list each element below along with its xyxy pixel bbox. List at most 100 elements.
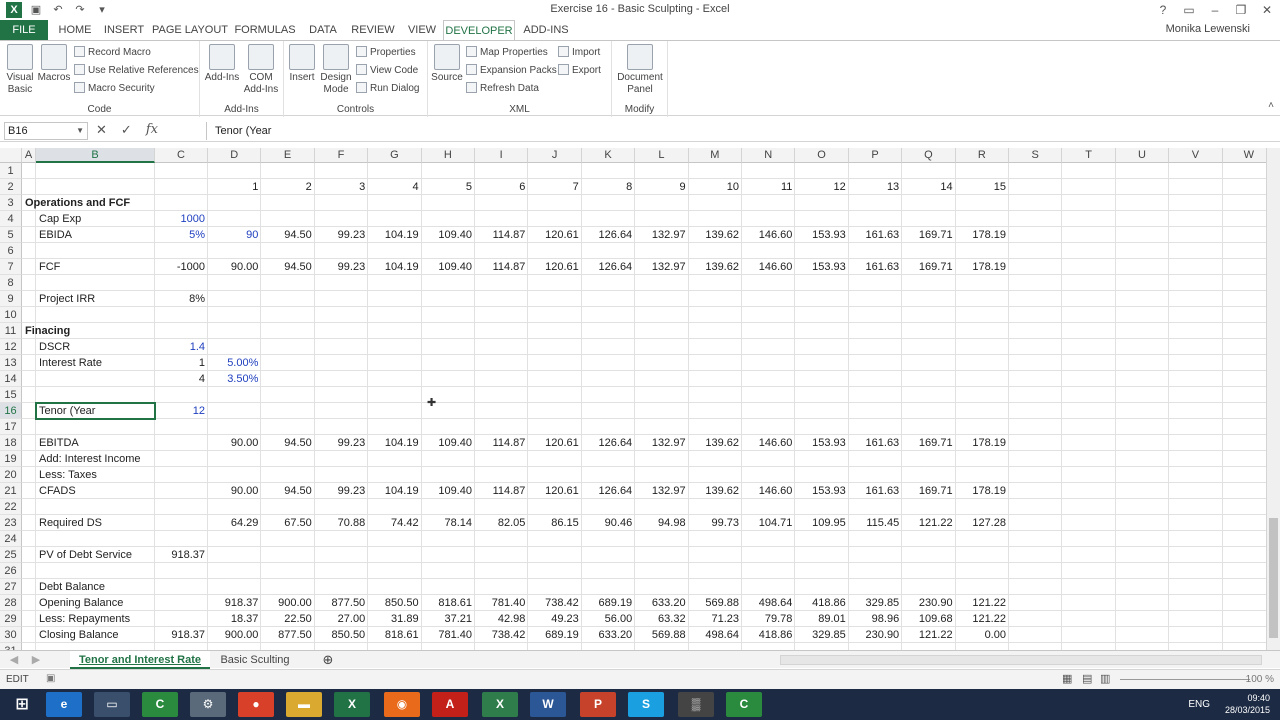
- cell-e30[interactable]: 877.50: [261, 627, 314, 643]
- cell-b30[interactable]: Closing Balance: [36, 627, 155, 643]
- cell-b18[interactable]: EBITDA: [36, 435, 155, 451]
- cell-n21[interactable]: 146.60: [742, 483, 795, 499]
- cell-f7[interactable]: 99.23: [315, 259, 368, 275]
- start-icon[interactable]: ⊞: [4, 692, 40, 717]
- name-box-dropdown-icon[interactable]: ▼: [76, 123, 84, 139]
- cell-b12[interactable]: DSCR: [36, 339, 155, 355]
- cell-e21[interactable]: 94.50: [261, 483, 314, 499]
- cell-p23[interactable]: 115.45: [849, 515, 902, 531]
- cell-i30[interactable]: 738.42: [475, 627, 528, 643]
- row-header-8[interactable]: 8: [0, 275, 22, 291]
- cell-r30[interactable]: 0.00: [956, 627, 1009, 643]
- row-header-29[interactable]: 29: [0, 611, 22, 627]
- sheet-tab-basic[interactable]: Basic Sculting: [212, 651, 298, 669]
- cell-i5[interactable]: 114.87: [475, 227, 528, 243]
- column-header-s[interactable]: S: [1009, 148, 1063, 163]
- cell-q21[interactable]: 169.71: [902, 483, 955, 499]
- column-header-u[interactable]: U: [1115, 148, 1170, 163]
- row-header-31[interactable]: 31: [0, 643, 22, 650]
- cell-g7[interactable]: 104.19: [368, 259, 421, 275]
- add-ins-button[interactable]: Add-Ins: [204, 44, 240, 84]
- cell-h5[interactable]: 109.40: [422, 227, 475, 243]
- page-layout-view-icon[interactable]: ▤: [1082, 672, 1092, 685]
- column-header-p[interactable]: P: [848, 148, 903, 163]
- powerpoint-icon[interactable]: P: [580, 692, 616, 717]
- tab-file[interactable]: FILE: [0, 20, 48, 40]
- cell-e29[interactable]: 22.50: [261, 611, 314, 627]
- cell-p30[interactable]: 230.90: [849, 627, 902, 643]
- cell-m28[interactable]: 569.88: [689, 595, 742, 611]
- horizontal-scrollbar[interactable]: [780, 655, 1262, 665]
- cell-j23[interactable]: 86.15: [528, 515, 581, 531]
- tab-data[interactable]: DATA: [302, 20, 344, 40]
- cell-l30[interactable]: 569.88: [635, 627, 688, 643]
- row-header-22[interactable]: 22: [0, 499, 22, 515]
- column-header-e[interactable]: E: [261, 148, 315, 163]
- cell-b21[interactable]: CFADS: [36, 483, 155, 499]
- chrome-icon[interactable]: ●: [238, 692, 274, 717]
- cell-d21[interactable]: 90.00: [208, 483, 261, 499]
- cell-d23[interactable]: 64.29: [208, 515, 261, 531]
- cell-g5[interactable]: 104.19: [368, 227, 421, 243]
- cell-d18[interactable]: 90.00: [208, 435, 261, 451]
- cell-r18[interactable]: 178.19: [956, 435, 1009, 451]
- cell-q7[interactable]: 169.71: [902, 259, 955, 275]
- view-code-button[interactable]: View Code: [356, 63, 418, 79]
- cell-r28[interactable]: 121.22: [956, 595, 1009, 611]
- cell-f2[interactable]: 3: [315, 179, 368, 195]
- cell-c12[interactable]: 1.4: [155, 339, 208, 355]
- clock[interactable]: 09:40 28/03/2015: [1225, 692, 1270, 716]
- desktop-app-icon[interactable]: ▭: [94, 692, 130, 717]
- cell-l28[interactable]: 633.20: [635, 595, 688, 611]
- cell-p28[interactable]: 329.85: [849, 595, 902, 611]
- column-header-r[interactable]: R: [955, 148, 1009, 163]
- tab-formulas[interactable]: FORMULAS: [232, 20, 298, 40]
- row-header-30[interactable]: 30: [0, 627, 22, 643]
- column-header-j[interactable]: J: [528, 148, 582, 163]
- cell-m5[interactable]: 139.62: [689, 227, 742, 243]
- cell-n2[interactable]: 11: [742, 179, 795, 195]
- cell-d13[interactable]: 5.00%: [208, 355, 261, 371]
- cell-b20[interactable]: Less: Taxes: [36, 467, 155, 483]
- cell-g30[interactable]: 818.61: [368, 627, 421, 643]
- cell-r5[interactable]: 178.19: [956, 227, 1009, 243]
- cell-q29[interactable]: 109.68: [902, 611, 955, 627]
- cell-p7[interactable]: 161.63: [849, 259, 902, 275]
- column-header-l[interactable]: L: [635, 148, 689, 163]
- insert-function-icon[interactable]: fx: [146, 122, 158, 140]
- row-header-11[interactable]: 11: [0, 323, 22, 339]
- cell-n7[interactable]: 146.60: [742, 259, 795, 275]
- com-add-ins-button[interactable]: COM Add-Ins: [242, 44, 280, 96]
- tab-review[interactable]: REVIEW: [348, 20, 398, 40]
- cell-g29[interactable]: 31.89: [368, 611, 421, 627]
- page-break-view-icon[interactable]: ▥: [1100, 672, 1110, 685]
- cell-h23[interactable]: 78.14: [422, 515, 475, 531]
- column-header-t[interactable]: T: [1062, 148, 1116, 163]
- cell-k21[interactable]: 126.64: [582, 483, 635, 499]
- cell-j2[interactable]: 7: [528, 179, 581, 195]
- tools-app-icon[interactable]: ⚙: [190, 692, 226, 717]
- cell-l29[interactable]: 63.32: [635, 611, 688, 627]
- cell-d30[interactable]: 900.00: [208, 627, 261, 643]
- vertical-scrollbar[interactable]: [1266, 148, 1280, 650]
- row-header-4[interactable]: 4: [0, 211, 22, 227]
- cell-b5[interactable]: EBIDA: [36, 227, 155, 243]
- language-indicator[interactable]: ENG: [1188, 699, 1210, 710]
- cell-m29[interactable]: 71.23: [689, 611, 742, 627]
- row-header-9[interactable]: 9: [0, 291, 22, 307]
- cell-k28[interactable]: 689.19: [582, 595, 635, 611]
- cell-o23[interactable]: 109.95: [795, 515, 848, 531]
- cell-g28[interactable]: 850.50: [368, 595, 421, 611]
- cell-j18[interactable]: 120.61: [528, 435, 581, 451]
- cell-d2[interactable]: 1: [208, 179, 261, 195]
- cell-c5[interactable]: 5%: [155, 227, 208, 243]
- row-header-18[interactable]: 18: [0, 435, 22, 451]
- cell-l5[interactable]: 132.97: [635, 227, 688, 243]
- cell-k30[interactable]: 633.20: [582, 627, 635, 643]
- cell-g21[interactable]: 104.19: [368, 483, 421, 499]
- cell-o5[interactable]: 153.93: [795, 227, 848, 243]
- column-header-i[interactable]: I: [475, 148, 529, 163]
- cell-l21[interactable]: 132.97: [635, 483, 688, 499]
- macro-record-icon[interactable]: ▣: [46, 673, 55, 684]
- cell-k7[interactable]: 126.64: [582, 259, 635, 275]
